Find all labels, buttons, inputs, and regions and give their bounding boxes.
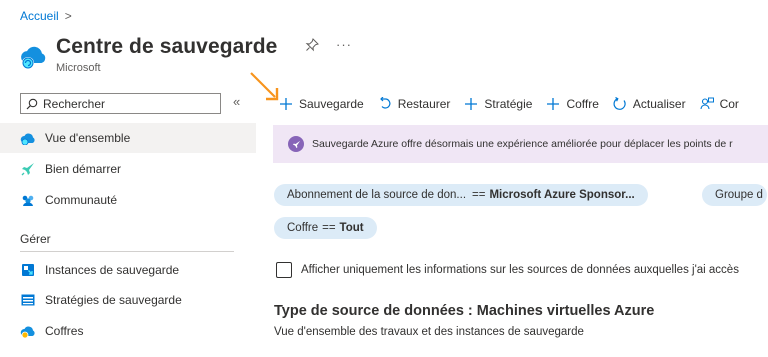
policy-button-label: Stratégie <box>484 97 533 111</box>
backup-center-icon <box>21 46 46 69</box>
breadcrumb-separator: > <box>64 9 72 23</box>
page-subtitle: Microsoft <box>56 62 101 74</box>
connect-button-label: Cor <box>719 97 739 111</box>
sidebar-item-vaults[interactable]: Coffres <box>20 316 83 346</box>
command-bar: Sauvegarde Restaurer Stratégie Coffre Ac… <box>279 91 753 117</box>
filter-key: Coffre <box>287 222 319 234</box>
search-icon <box>26 98 38 109</box>
annotation-arrow-icon <box>250 72 279 101</box>
sidebar-item-label: Communauté <box>45 193 118 207</box>
person-feedback-icon <box>700 97 714 111</box>
search-placeholder: Rechercher <box>43 96 106 111</box>
refresh-button[interactable]: Actualiser <box>613 97 686 111</box>
section-title: Type de source de données : Machines vir… <box>274 303 655 319</box>
sidebar-item-label: Stratégies de sauvegarde <box>45 293 182 307</box>
plus-icon <box>546 97 560 111</box>
plus-icon <box>279 97 293 111</box>
resource-group-filter-pill[interactable]: Groupe d <box>702 184 767 206</box>
restore-button-label: Restaurer <box>397 97 451 111</box>
filter-value: Tout <box>339 222 364 234</box>
info-banner[interactable]: Sauvegarde Azure offre désormais une exp… <box>273 125 768 163</box>
filter-key: Abonnement de la source de don... <box>287 189 467 201</box>
filter-key: Groupe d <box>715 189 763 201</box>
sidebar-item-label: Bien démarrer <box>45 162 122 176</box>
policy-button[interactable]: Stratégie <box>464 97 532 111</box>
page-header: Centre de sauvegarde Microsoft <box>17 33 277 74</box>
filter-operator: == <box>472 189 486 201</box>
cloud-icon <box>20 130 36 146</box>
filter-value: Microsoft Azure Sponsor... <box>489 189 635 201</box>
search-input[interactable]: Rechercher <box>20 93 221 114</box>
section-subtitle: Vue d'ensemble des travaux et des instan… <box>274 326 584 338</box>
vault-button[interactable]: Coffre <box>546 97 599 111</box>
sidebar-item-label: Vue d'ensemble <box>45 131 131 145</box>
restore-button[interactable]: Restaurer <box>378 97 451 111</box>
sidebar-item-label: Instances de sauvegarde <box>45 263 180 277</box>
sidebar-item-get-started[interactable]: Bien démarrer <box>20 154 121 184</box>
backup-button-label: Sauvegarde <box>299 97 364 111</box>
breadcrumb: Accueil > <box>20 9 72 23</box>
accessible-sources-option: Afficher uniquement les informations sur… <box>276 262 739 278</box>
sidebar-section-manage: Gérer <box>20 232 51 246</box>
sidebar-item-backup-policies[interactable]: Stratégies de sauvegarde <box>20 285 182 315</box>
sidebar-item-community[interactable]: Communauté <box>20 185 117 215</box>
rocket-icon <box>20 161 36 177</box>
vault-icon <box>20 323 36 339</box>
vault-filter-pill[interactable]: Coffre == Tout <box>274 217 377 239</box>
backup-button[interactable]: Sauvegarde <box>279 97 364 111</box>
pin-icon[interactable] <box>305 38 319 55</box>
breadcrumb-home-link[interactable]: Accueil <box>20 9 59 23</box>
community-icon <box>20 192 36 208</box>
rocket-badge-icon <box>288 136 304 152</box>
more-options-button[interactable]: ··· <box>336 37 352 52</box>
refresh-button-label: Actualiser <box>632 97 686 111</box>
sidebar-item-label: Coffres <box>45 324 84 338</box>
sidebar-item-backup-instances[interactable]: Instances de sauvegarde <box>20 255 179 285</box>
subscription-filter-pill[interactable]: Abonnement de la source de don... == Mic… <box>274 184 648 206</box>
instances-icon <box>20 262 36 278</box>
connect-button[interactable]: Cor <box>700 97 739 111</box>
sidebar-divider <box>20 251 234 252</box>
refresh-icon <box>613 97 627 111</box>
restore-icon <box>378 97 392 111</box>
vault-button-label: Coffre <box>566 97 599 111</box>
sidebar-item-overview[interactable]: Vue d'ensemble <box>20 123 130 153</box>
plus-icon <box>464 97 478 111</box>
page-title: Centre de sauvegarde <box>56 35 278 58</box>
checkbox-label: Afficher uniquement les informations sur… <box>301 264 739 276</box>
collapse-sidebar-button[interactable]: « <box>233 94 240 109</box>
banner-text: Sauvegarde Azure offre désormais une exp… <box>312 138 733 150</box>
accessible-sources-checkbox[interactable] <box>276 262 292 278</box>
policies-icon <box>20 292 36 308</box>
filter-operator: == <box>322 222 336 234</box>
